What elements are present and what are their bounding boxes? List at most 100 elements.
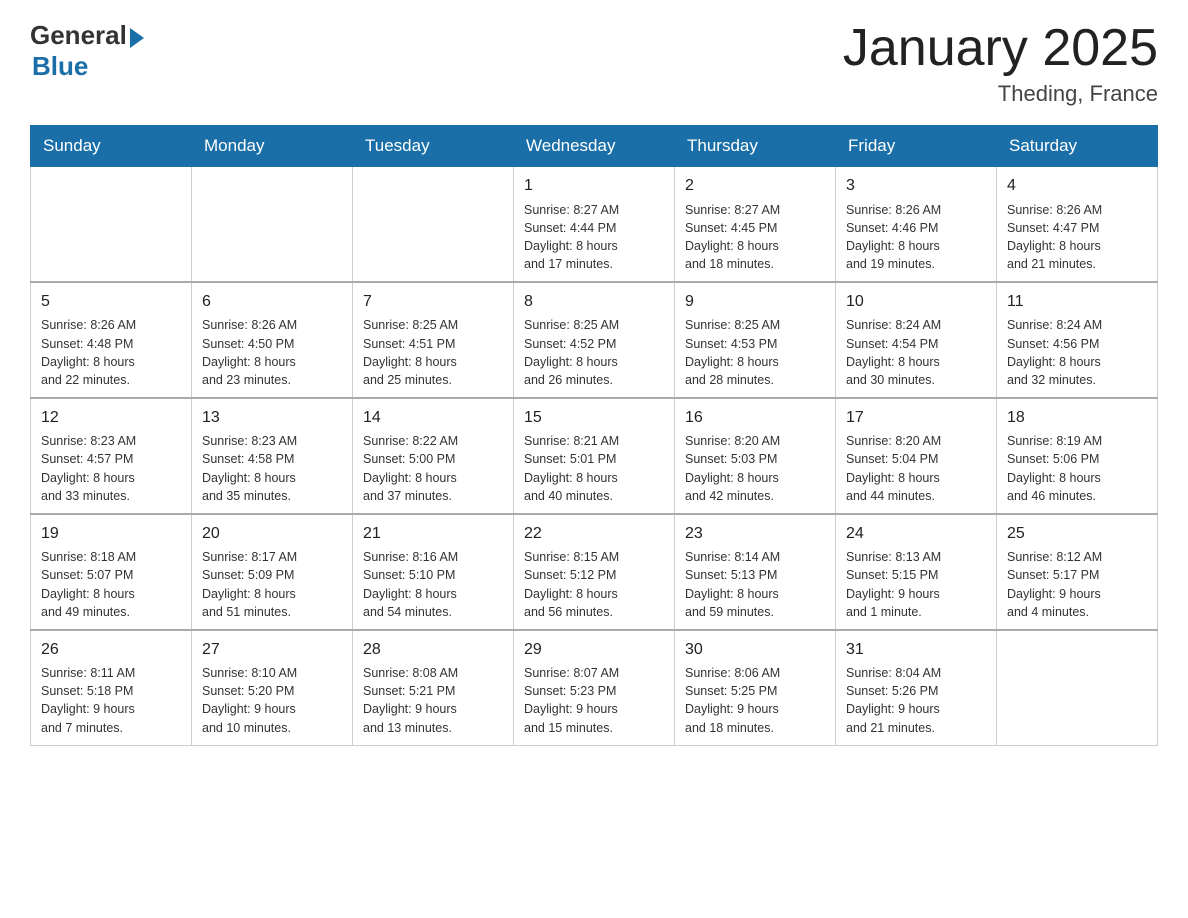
calendar-header-row: SundayMondayTuesdayWednesdayThursdayFrid… bbox=[31, 126, 1158, 167]
title-section: January 2025 Theding, France bbox=[843, 20, 1158, 107]
day-of-week-thursday: Thursday bbox=[675, 126, 836, 167]
calendar-cell bbox=[31, 167, 192, 282]
day-info: Sunrise: 8:17 AM Sunset: 5:09 PM Dayligh… bbox=[202, 548, 342, 621]
day-info: Sunrise: 8:07 AM Sunset: 5:23 PM Dayligh… bbox=[524, 664, 664, 737]
day-info: Sunrise: 8:08 AM Sunset: 5:21 PM Dayligh… bbox=[363, 664, 503, 737]
calendar-cell: 17 Sunrise: 8:20 AM Sunset: 5:04 PM Dayli… bbox=[836, 398, 997, 514]
calendar-cell: 23 Sunrise: 8:14 AM Sunset: 5:13 PM Dayli… bbox=[675, 514, 836, 630]
day-info: Sunrise: 8:26 AM Sunset: 4:50 PM Dayligh… bbox=[202, 316, 342, 389]
day-number: 29 bbox=[524, 639, 664, 661]
calendar-cell: 31 Sunrise: 8:04 AM Sunset: 5:26 PM Dayli… bbox=[836, 630, 997, 745]
calendar-week-2: 5 Sunrise: 8:26 AM Sunset: 4:48 PM Daylig… bbox=[31, 282, 1158, 398]
calendar-cell: 5 Sunrise: 8:26 AM Sunset: 4:48 PM Daylig… bbox=[31, 282, 192, 398]
calendar-cell: 26 Sunrise: 8:11 AM Sunset: 5:18 PM Dayli… bbox=[31, 630, 192, 745]
day-info: Sunrise: 8:25 AM Sunset: 4:52 PM Dayligh… bbox=[524, 316, 664, 389]
calendar-cell: 7 Sunrise: 8:25 AM Sunset: 4:51 PM Daylig… bbox=[353, 282, 514, 398]
logo: General Blue bbox=[30, 20, 144, 82]
day-info: Sunrise: 8:27 AM Sunset: 4:45 PM Dayligh… bbox=[685, 201, 825, 274]
calendar-cell bbox=[997, 630, 1158, 745]
page-header: General Blue January 2025 Theding, Franc… bbox=[30, 20, 1158, 107]
day-number: 23 bbox=[685, 523, 825, 545]
day-number: 10 bbox=[846, 291, 986, 313]
day-number: 27 bbox=[202, 639, 342, 661]
calendar-cell: 11 Sunrise: 8:24 AM Sunset: 4:56 PM Dayli… bbox=[997, 282, 1158, 398]
calendar-week-4: 19 Sunrise: 8:18 AM Sunset: 5:07 PM Dayli… bbox=[31, 514, 1158, 630]
day-info: Sunrise: 8:15 AM Sunset: 5:12 PM Dayligh… bbox=[524, 548, 664, 621]
calendar-cell: 22 Sunrise: 8:15 AM Sunset: 5:12 PM Dayli… bbox=[514, 514, 675, 630]
calendar-cell: 13 Sunrise: 8:23 AM Sunset: 4:58 PM Dayli… bbox=[192, 398, 353, 514]
calendar-cell: 12Sunrise: 8:23 AM Sunset: 4:57 PM Dayli… bbox=[31, 398, 192, 514]
day-info: Sunrise: 8:23 AM Sunset: 4:58 PM Dayligh… bbox=[202, 432, 342, 505]
calendar-cell: 16 Sunrise: 8:20 AM Sunset: 5:03 PM Dayli… bbox=[675, 398, 836, 514]
calendar-cell bbox=[353, 167, 514, 282]
day-info: Sunrise: 8:11 AM Sunset: 5:18 PM Dayligh… bbox=[41, 664, 181, 737]
day-info: Sunrise: 8:24 AM Sunset: 4:56 PM Dayligh… bbox=[1007, 316, 1147, 389]
calendar-cell: 18 Sunrise: 8:19 AM Sunset: 5:06 PM Dayli… bbox=[997, 398, 1158, 514]
calendar-cell: 10Sunrise: 8:24 AM Sunset: 4:54 PM Dayli… bbox=[836, 282, 997, 398]
day-number: 21 bbox=[363, 523, 503, 545]
day-number: 18 bbox=[1007, 407, 1147, 429]
day-number: 20 bbox=[202, 523, 342, 545]
day-number: 1 bbox=[524, 175, 664, 197]
calendar-week-3: 12Sunrise: 8:23 AM Sunset: 4:57 PM Dayli… bbox=[31, 398, 1158, 514]
calendar-cell: 15 Sunrise: 8:21 AM Sunset: 5:01 PM Dayli… bbox=[514, 398, 675, 514]
calendar-cell: 21 Sunrise: 8:16 AM Sunset: 5:10 PM Dayli… bbox=[353, 514, 514, 630]
calendar-cell: 14Sunrise: 8:22 AM Sunset: 5:00 PM Dayli… bbox=[353, 398, 514, 514]
day-number: 26 bbox=[41, 639, 181, 661]
day-info: Sunrise: 8:19 AM Sunset: 5:06 PM Dayligh… bbox=[1007, 432, 1147, 505]
day-info: Sunrise: 8:18 AM Sunset: 5:07 PM Dayligh… bbox=[41, 548, 181, 621]
day-info: Sunrise: 8:13 AM Sunset: 5:15 PM Dayligh… bbox=[846, 548, 986, 621]
calendar-cell bbox=[192, 167, 353, 282]
day-number: 9 bbox=[685, 291, 825, 313]
day-number: 30 bbox=[685, 639, 825, 661]
day-number: 31 bbox=[846, 639, 986, 661]
calendar-cell: 3 Sunrise: 8:26 AM Sunset: 4:46 PM Daylig… bbox=[836, 167, 997, 282]
day-info: Sunrise: 8:26 AM Sunset: 4:46 PM Dayligh… bbox=[846, 201, 986, 274]
day-info: Sunrise: 8:26 AM Sunset: 4:48 PM Dayligh… bbox=[41, 316, 181, 389]
calendar-cell: 25 Sunrise: 8:12 AM Sunset: 5:17 PM Dayli… bbox=[997, 514, 1158, 630]
day-number: 8 bbox=[524, 291, 664, 313]
day-info: Sunrise: 8:25 AM Sunset: 4:51 PM Dayligh… bbox=[363, 316, 503, 389]
calendar-cell: 24Sunrise: 8:13 AM Sunset: 5:15 PM Dayli… bbox=[836, 514, 997, 630]
calendar-cell: 8 Sunrise: 8:25 AM Sunset: 4:52 PM Daylig… bbox=[514, 282, 675, 398]
day-info: Sunrise: 8:04 AM Sunset: 5:26 PM Dayligh… bbox=[846, 664, 986, 737]
day-number: 11 bbox=[1007, 291, 1147, 313]
calendar-cell: 1Sunrise: 8:27 AM Sunset: 4:44 PM Daylig… bbox=[514, 167, 675, 282]
day-info: Sunrise: 8:10 AM Sunset: 5:20 PM Dayligh… bbox=[202, 664, 342, 737]
day-number: 25 bbox=[1007, 523, 1147, 545]
day-info: Sunrise: 8:20 AM Sunset: 5:04 PM Dayligh… bbox=[846, 432, 986, 505]
day-number: 17 bbox=[846, 407, 986, 429]
calendar-table: SundayMondayTuesdayWednesdayThursdayFrid… bbox=[30, 125, 1158, 745]
day-info: Sunrise: 8:23 AM Sunset: 4:57 PM Dayligh… bbox=[41, 432, 181, 505]
day-info: Sunrise: 8:20 AM Sunset: 5:03 PM Dayligh… bbox=[685, 432, 825, 505]
page-subtitle: Theding, France bbox=[843, 81, 1158, 107]
day-number: 16 bbox=[685, 407, 825, 429]
day-number: 19 bbox=[41, 523, 181, 545]
calendar-cell: 6 Sunrise: 8:26 AM Sunset: 4:50 PM Daylig… bbox=[192, 282, 353, 398]
day-number: 3 bbox=[846, 175, 986, 197]
day-of-week-monday: Monday bbox=[192, 126, 353, 167]
day-info: Sunrise: 8:06 AM Sunset: 5:25 PM Dayligh… bbox=[685, 664, 825, 737]
calendar-cell: 30 Sunrise: 8:06 AM Sunset: 5:25 PM Dayli… bbox=[675, 630, 836, 745]
day-of-week-tuesday: Tuesday bbox=[353, 126, 514, 167]
logo-general-text: General bbox=[30, 20, 127, 51]
day-info: Sunrise: 8:12 AM Sunset: 5:17 PM Dayligh… bbox=[1007, 548, 1147, 621]
day-of-week-saturday: Saturday bbox=[997, 126, 1158, 167]
calendar-week-1: 1Sunrise: 8:27 AM Sunset: 4:44 PM Daylig… bbox=[31, 167, 1158, 282]
day-info: Sunrise: 8:16 AM Sunset: 5:10 PM Dayligh… bbox=[363, 548, 503, 621]
calendar-cell: 28 Sunrise: 8:08 AM Sunset: 5:21 PM Dayli… bbox=[353, 630, 514, 745]
day-number: 13 bbox=[202, 407, 342, 429]
calendar-week-5: 26 Sunrise: 8:11 AM Sunset: 5:18 PM Dayli… bbox=[31, 630, 1158, 745]
day-number: 15 bbox=[524, 407, 664, 429]
day-number: 7 bbox=[363, 291, 503, 313]
calendar-cell: 20 Sunrise: 8:17 AM Sunset: 5:09 PM Dayli… bbox=[192, 514, 353, 630]
day-number: 5 bbox=[41, 291, 181, 313]
day-number: 6 bbox=[202, 291, 342, 313]
day-number: 28 bbox=[363, 639, 503, 661]
day-info: Sunrise: 8:14 AM Sunset: 5:13 PM Dayligh… bbox=[685, 548, 825, 621]
day-of-week-wednesday: Wednesday bbox=[514, 126, 675, 167]
calendar-cell: 2Sunrise: 8:27 AM Sunset: 4:45 PM Daylig… bbox=[675, 167, 836, 282]
logo-arrow-icon bbox=[130, 28, 144, 48]
day-info: Sunrise: 8:21 AM Sunset: 5:01 PM Dayligh… bbox=[524, 432, 664, 505]
day-number: 22 bbox=[524, 523, 664, 545]
